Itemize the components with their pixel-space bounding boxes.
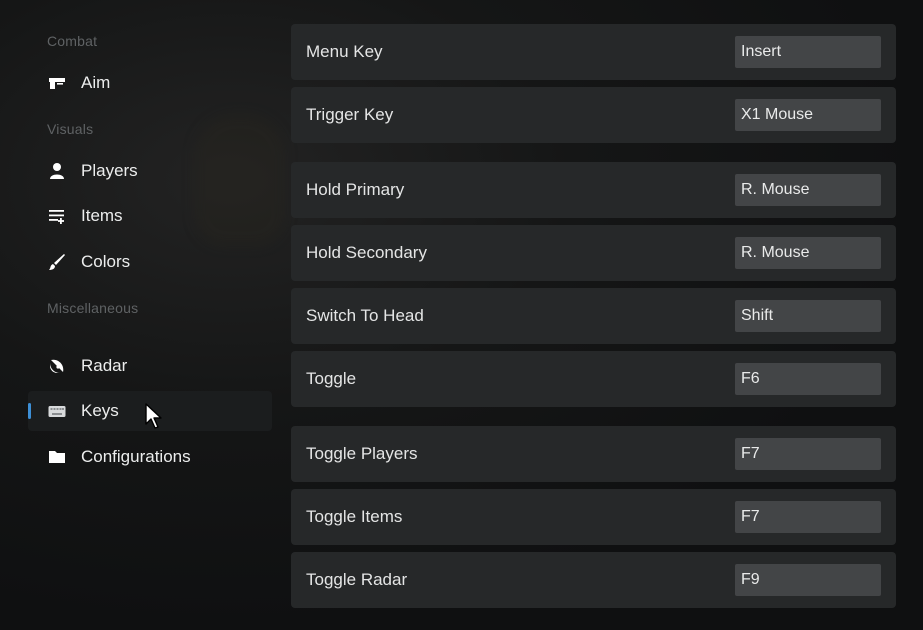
section-label-combat: Combat: [47, 33, 98, 49]
keybind-field[interactable]: R. Mouse: [735, 174, 881, 206]
sidebar-item-players[interactable]: Players: [28, 151, 272, 191]
keybind-label: Toggle Radar: [306, 570, 408, 589]
keybind-field[interactable]: F9: [735, 564, 881, 596]
keybind-row-toggle: Toggle F6: [291, 351, 896, 407]
keybind-label: Menu Key: [306, 42, 383, 61]
keybinds-panel: Menu Key Insert Trigger Key X1 Mouse Hol…: [291, 0, 897, 630]
sidebar-item-label: Keys: [81, 401, 119, 420]
active-indicator: [28, 403, 31, 419]
brush-icon: [48, 253, 66, 271]
sidebar-item-aim[interactable]: Aim: [28, 63, 272, 103]
keybind-label: Hold Secondary: [306, 243, 427, 262]
keybind-row-menu-key: Menu Key Insert: [291, 24, 896, 80]
keybind-field[interactable]: X1 Mouse: [735, 99, 881, 131]
keybind-label: Trigger Key: [306, 105, 394, 124]
sidebar: Combat Aim Visuals Players Items Colors …: [0, 0, 280, 630]
keybind-field[interactable]: F7: [735, 438, 881, 470]
keybind-field[interactable]: F7: [735, 501, 881, 533]
keybind-row-toggle-radar: Toggle Radar F9: [291, 552, 896, 608]
sidebar-item-label: Items: [81, 206, 123, 225]
sidebar-item-items[interactable]: Items: [28, 196, 272, 236]
keyboard-icon: [48, 402, 66, 420]
keybind-label: Toggle Players: [306, 444, 418, 463]
keybind-field[interactable]: Shift: [735, 300, 881, 332]
keybind-label: Hold Primary: [306, 180, 405, 199]
radar-icon: [48, 357, 66, 375]
keybind-field[interactable]: R. Mouse: [735, 237, 881, 269]
sidebar-item-configurations[interactable]: Configurations: [28, 437, 272, 477]
app-window: Combat Aim Visuals Players Items Colors …: [0, 0, 923, 630]
keybind-row-toggle-items: Toggle Items F7: [291, 489, 896, 545]
keybind-label: Toggle: [306, 369, 357, 388]
sidebar-item-label: Radar: [81, 356, 128, 375]
keybind-label: Switch To Head: [306, 306, 424, 325]
sidebar-item-label: Colors: [81, 252, 131, 271]
list-add-icon: [48, 207, 66, 225]
sidebar-item-label: Aim: [81, 73, 111, 92]
section-label-miscellaneous: Miscellaneous: [47, 300, 139, 316]
gun-icon: [48, 74, 66, 92]
keybind-label: Toggle Items: [306, 507, 403, 526]
keybind-row-switch-to-head: Switch To Head Shift: [291, 288, 896, 344]
person-icon: [48, 162, 66, 180]
sidebar-item-radar[interactable]: Radar: [28, 346, 272, 386]
keybind-row-toggle-players: Toggle Players F7: [291, 426, 896, 482]
mouse-pointer-icon: [145, 403, 165, 431]
keybind-row-hold-secondary: Hold Secondary R. Mouse: [291, 225, 896, 281]
keybind-field[interactable]: Insert: [735, 36, 881, 68]
keybind-field[interactable]: F6: [735, 363, 881, 395]
section-label-visuals: Visuals: [47, 121, 94, 137]
keybind-row-trigger-key: Trigger Key X1 Mouse: [291, 87, 896, 143]
sidebar-item-colors[interactable]: Colors: [28, 242, 272, 282]
keybind-row-hold-primary: Hold Primary R. Mouse: [291, 162, 896, 218]
sidebar-item-label: Configurations: [81, 447, 191, 466]
folder-icon: [48, 448, 66, 466]
sidebar-item-label: Players: [81, 161, 138, 180]
